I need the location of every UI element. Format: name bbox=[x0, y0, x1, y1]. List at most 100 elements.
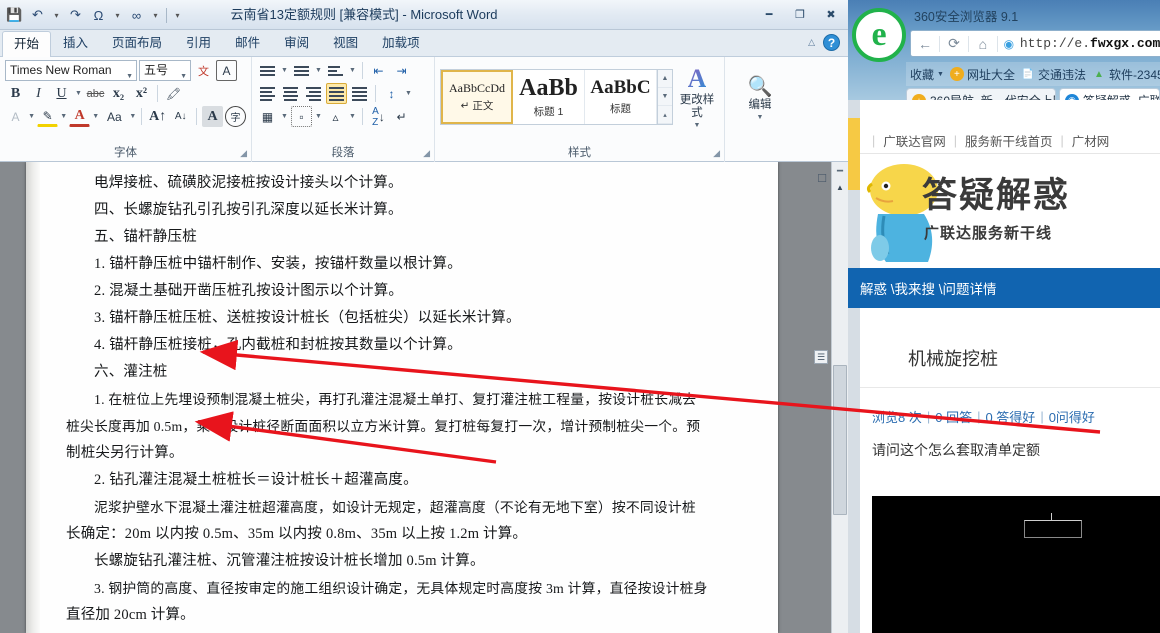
line-spacing-dropdown-icon[interactable]: ▼ bbox=[404, 90, 413, 97]
stat-good-questions[interactable]: 0问得好 bbox=[1049, 407, 1095, 426]
restore-icon[interactable]: ❐ bbox=[789, 4, 811, 24]
character-shading-icon[interactable]: A bbox=[202, 106, 224, 127]
divider bbox=[157, 85, 158, 102]
underline-dropdown-icon[interactable]: ▼ bbox=[74, 90, 83, 97]
align-center-icon[interactable] bbox=[280, 83, 301, 104]
styles-more-icon[interactable]: ▴ bbox=[658, 106, 672, 124]
ribbon-tab-view[interactable]: 视图 bbox=[321, 30, 370, 56]
paragraph-mark-icon[interactable]: ↵ bbox=[391, 106, 412, 127]
ribbon-tab-references[interactable]: 引用 bbox=[174, 30, 223, 56]
distributed-align-icon[interactable] bbox=[349, 83, 370, 104]
select-browse-object-icon[interactable]: ☐ bbox=[814, 170, 830, 186]
phonetic-guide-icon[interactable]: 文 bbox=[193, 60, 214, 81]
character-border-icon[interactable]: A bbox=[216, 60, 237, 81]
paragraph-borders-icon[interactable]: ▫ bbox=[291, 106, 312, 127]
paragraph-shading-icon[interactable]: ▦ bbox=[257, 106, 278, 127]
increase-indent-icon[interactable]: ⇥ bbox=[391, 60, 412, 81]
numbering-dropdown-icon[interactable]: ▼ bbox=[314, 67, 323, 74]
chevron-down-icon[interactable]: ▼ bbox=[937, 71, 944, 78]
stat-answers[interactable]: 0 回答 bbox=[935, 407, 972, 426]
bookmark-item-ruanjian[interactable]: ▲ 软件-2345 bbox=[1092, 66, 1160, 83]
align-justify-icon[interactable] bbox=[326, 83, 347, 104]
minimize-icon[interactable]: ━ bbox=[758, 4, 780, 24]
document-page[interactable]: 电焊接桩、硫磺胶泥接桩按设计接头以个计算。 四、长螺旋钻孔引孔按引孔深度以延长米… bbox=[26, 162, 778, 633]
site-nav-link-guancaiwang[interactable]: 广材网 bbox=[1072, 131, 1110, 150]
styles-dialog-launcher-icon[interactable]: ◢ bbox=[713, 148, 720, 159]
decrease-indent-icon[interactable]: ⇤ bbox=[368, 60, 389, 81]
close-icon[interactable]: ✖ bbox=[820, 4, 842, 24]
superscript-button[interactable]: x² bbox=[131, 83, 152, 104]
ribbon-tab-home[interactable]: 开始 bbox=[2, 31, 52, 57]
underline-button[interactable]: U bbox=[51, 83, 72, 104]
document-scrollbar[interactable]: ━ ▲ bbox=[831, 162, 848, 633]
styles-scroll-up-icon[interactable]: ▲ bbox=[658, 70, 672, 88]
shading-dropdown-icon[interactable]: ▼ bbox=[280, 113, 289, 120]
multilevel-dropdown-icon[interactable]: ▼ bbox=[348, 67, 357, 74]
grow-font-icon[interactable]: A↑ bbox=[147, 106, 168, 127]
multilevel-list-icon[interactable] bbox=[325, 60, 346, 81]
stat-good-answers[interactable]: 0 答得好 bbox=[985, 407, 1035, 426]
line-spacing-icon[interactable]: ↕ bbox=[381, 83, 402, 104]
collapse-ribbon-icon[interactable]: △ bbox=[808, 37, 815, 48]
change-case-dropdown-icon[interactable]: ▼ bbox=[129, 113, 136, 120]
site-nav-link-xinganxian[interactable]: 服务新干线首页 bbox=[965, 131, 1053, 150]
ribbon-tab-insert[interactable]: 插入 bbox=[51, 30, 100, 56]
strikethrough-button[interactable]: abc bbox=[85, 83, 106, 104]
home-icon[interactable]: ⌂ bbox=[969, 31, 997, 56]
scrollbar-thumb[interactable] bbox=[833, 365, 847, 515]
nav-divider: | bbox=[872, 133, 876, 148]
clear-formatting-icon[interactable]: 🖍 bbox=[163, 83, 184, 104]
font-dialog-launcher-icon[interactable]: ◢ bbox=[240, 148, 247, 159]
align-left-icon[interactable] bbox=[257, 83, 278, 104]
subscript-button[interactable]: x₂ bbox=[108, 83, 129, 104]
bold-button[interactable]: B bbox=[5, 83, 26, 104]
shrink-font-icon[interactable]: A↓ bbox=[170, 106, 191, 127]
favorites-menu[interactable]: 收藏 ▼ bbox=[910, 66, 944, 83]
marks-dropdown-icon[interactable]: ▼ bbox=[348, 113, 357, 120]
italic-button[interactable]: I bbox=[28, 83, 49, 104]
site-nav-link-guanwang[interactable]: 广联达官网 bbox=[883, 131, 946, 150]
url-input[interactable]: http://e.fwxgx.com bbox=[1020, 36, 1160, 51]
bullet-list-icon[interactable] bbox=[257, 60, 278, 81]
align-right-icon[interactable] bbox=[303, 83, 324, 104]
text-highlight-icon[interactable]: ✎ bbox=[37, 106, 59, 127]
show-formatting-marks-icon[interactable]: ▵ bbox=[325, 106, 346, 127]
style-item-title[interactable]: AaBbC 标题 bbox=[585, 70, 657, 124]
bookmark-item-wangzhi[interactable]: + 网址大全 bbox=[949, 66, 1015, 83]
font-size-combo[interactable]: 五号 ▼ bbox=[139, 60, 191, 81]
styles-scrollbar[interactable]: ▲ ▼ ▴ bbox=[657, 70, 672, 124]
style-item-heading1[interactable]: AaBb 标题 1 bbox=[513, 70, 585, 124]
browser-page-content[interactable]: | 广联达官网 | 服务新干线首页 | 广材网 答疑解惑 广联达服务新干线 解惑… bbox=[848, 100, 1160, 633]
change-case-icon[interactable]: Aa bbox=[101, 106, 127, 127]
sort-icon[interactable]: A Z ↓ bbox=[368, 106, 389, 128]
split-window-handle[interactable]: ━ bbox=[833, 162, 848, 180]
document-area[interactable]: 电焊接桩、硫磺胶泥接桩按设计接头以个计算。 四、长螺旋钻孔引孔按引孔深度以延长米… bbox=[0, 162, 848, 633]
scroll-up-icon[interactable]: ▲ bbox=[833, 180, 848, 195]
back-arrow-icon[interactable]: ← bbox=[911, 31, 939, 56]
numbered-list-icon[interactable] bbox=[291, 60, 312, 81]
ribbon-tab-review[interactable]: 审阅 bbox=[272, 30, 321, 56]
bookmark-item-jiaotong[interactable]: 📄 交通违法 bbox=[1021, 66, 1086, 83]
chevron-down-icon[interactable]: ▼ bbox=[694, 122, 701, 129]
text-effects-dropdown-icon[interactable]: ▼ bbox=[28, 113, 35, 120]
ribbon-tab-addins[interactable]: 加载项 bbox=[370, 30, 432, 56]
paragraph-dialog-launcher-icon[interactable]: ◢ bbox=[423, 148, 430, 159]
bullets-dropdown-icon[interactable]: ▼ bbox=[280, 67, 289, 74]
font-color-dropdown-icon[interactable]: ▼ bbox=[92, 113, 99, 120]
highlight-dropdown-icon[interactable]: ▼ bbox=[60, 113, 67, 120]
chevron-down-icon[interactable]: ▼ bbox=[757, 114, 764, 121]
ribbon-tab-mailings[interactable]: 邮件 bbox=[223, 30, 272, 56]
ribbon-tab-page-layout[interactable]: 页面布局 bbox=[100, 30, 174, 56]
styles-scroll-down-icon[interactable]: ▼ bbox=[658, 88, 672, 106]
browser-address-bar[interactable]: ← ⟳ ⌂ ◉ http://e.fwxgx.com bbox=[910, 30, 1160, 57]
font-color-icon[interactable]: A bbox=[69, 106, 91, 127]
borders-dropdown-icon[interactable]: ▼ bbox=[314, 113, 323, 120]
help-icon[interactable]: ? bbox=[823, 34, 840, 51]
editing-button[interactable]: 🔍 编辑 ▼ bbox=[730, 68, 790, 130]
font-name-combo[interactable]: Times New Roman ▼ bbox=[5, 60, 137, 81]
reload-icon[interactable]: ⟳ bbox=[940, 31, 968, 56]
enclose-character-icon[interactable]: 字 bbox=[225, 106, 247, 127]
question-attachment-image[interactable] bbox=[872, 496, 1160, 633]
style-item-normal[interactable]: AaBbCcDd ↵ 正文 bbox=[441, 70, 513, 124]
change-styles-button[interactable]: A 更改样式 ▼ bbox=[675, 65, 719, 129]
